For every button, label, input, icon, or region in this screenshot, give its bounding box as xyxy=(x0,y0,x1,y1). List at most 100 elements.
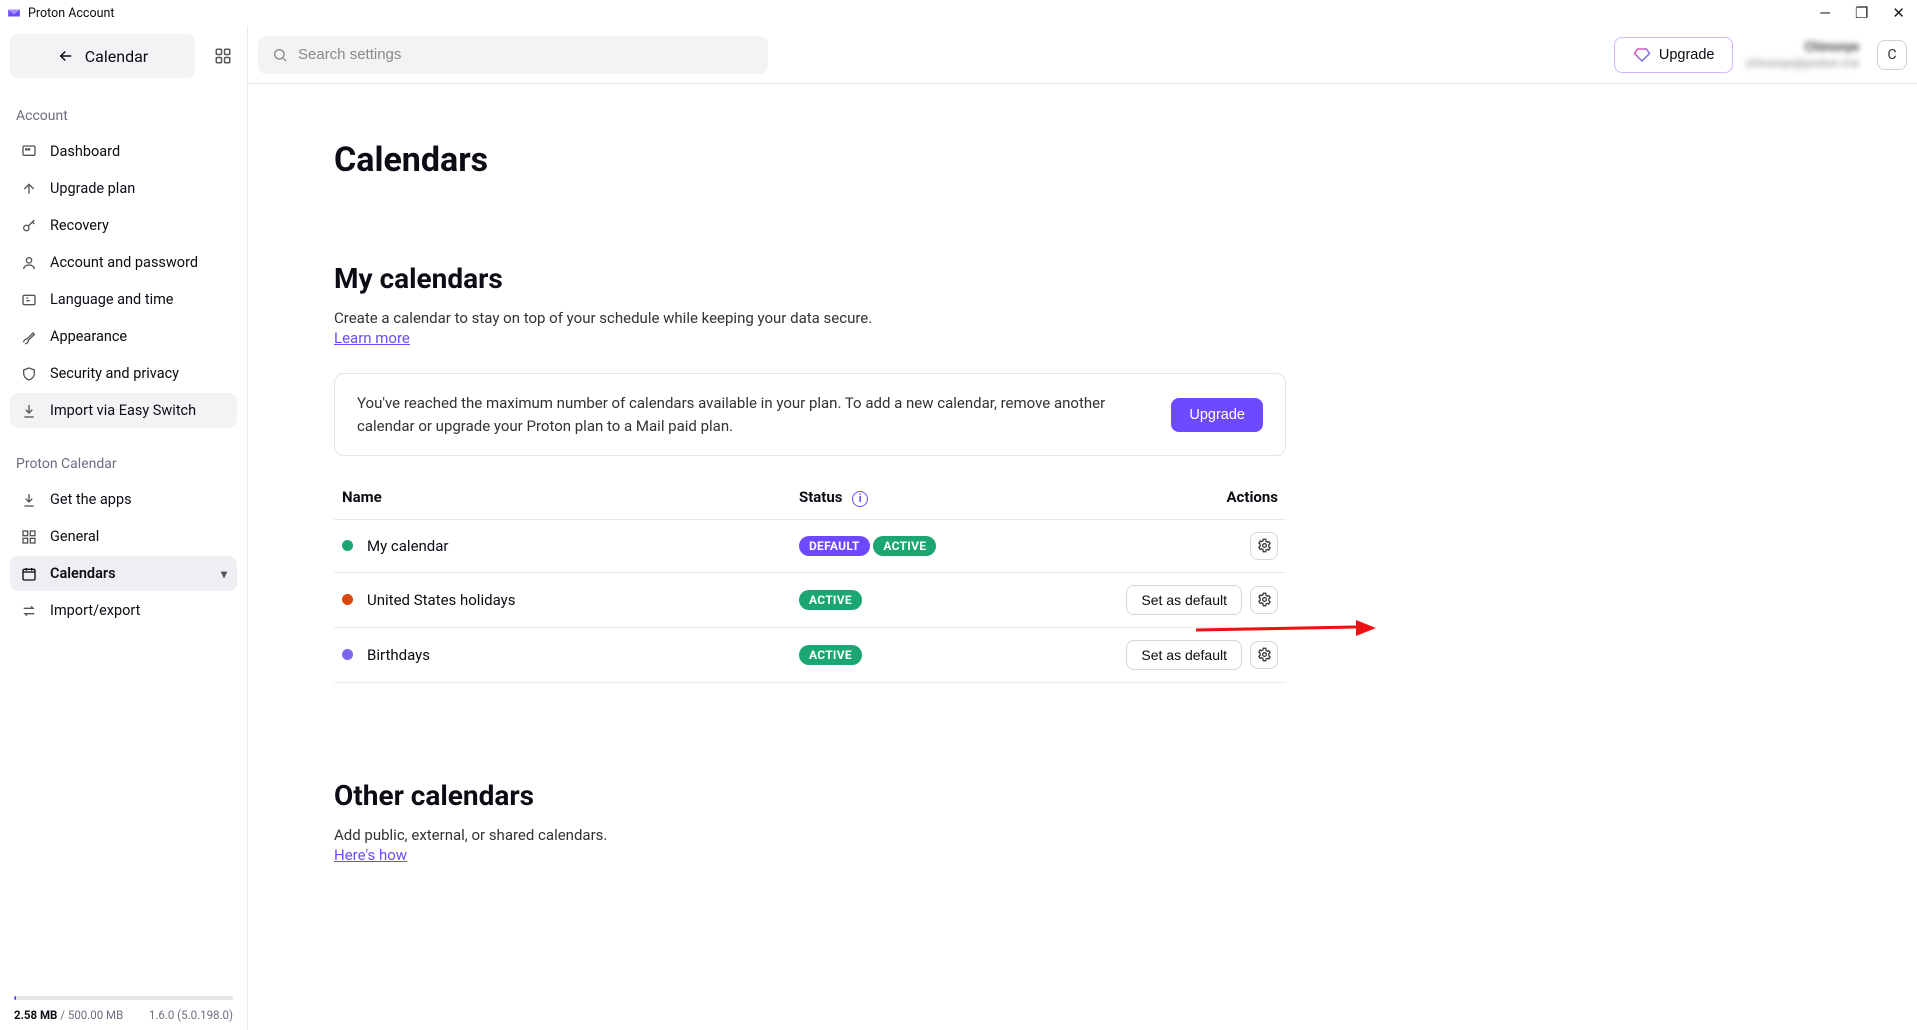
calendar-color-dot xyxy=(342,540,353,551)
apps-grid-button[interactable] xyxy=(209,42,237,70)
sidebar-item-import-easy-switch[interactable]: Import via Easy Switch xyxy=(10,393,237,428)
window-minimize-button[interactable]: — xyxy=(1819,6,1831,21)
my-calendars-section: My calendars Create a calendar to stay o… xyxy=(334,262,1286,683)
calendar-name: Birthdays xyxy=(367,646,430,664)
arrow-left-icon xyxy=(57,47,75,65)
diamond-icon xyxy=(1633,46,1651,64)
active-badge: ACTIVE xyxy=(799,645,862,665)
storage-bar xyxy=(14,996,233,1000)
sidebar-item-label: Import/export xyxy=(50,602,140,619)
app-version: 1.6.0 (5.0.198.0) xyxy=(149,1008,233,1022)
table-row: My calendar DEFAULT ACTIVE xyxy=(334,519,1286,572)
active-badge: ACTIVE xyxy=(873,536,936,556)
set-default-button[interactable]: Set as default xyxy=(1126,585,1242,615)
calendar-settings-button[interactable] xyxy=(1250,586,1278,614)
swap-icon xyxy=(20,603,38,619)
learn-more-link[interactable]: Learn more xyxy=(334,329,410,347)
calendar-icon xyxy=(20,566,38,582)
other-calendars-desc: Add public, external, or shared calendar… xyxy=(334,826,1286,844)
other-calendars-heading: Other calendars xyxy=(334,779,1286,812)
user-name: Chinonye xyxy=(1805,40,1859,55)
calendar-actions-cell: Set as default xyxy=(1077,572,1286,627)
sidebar-item-label: Dashboard xyxy=(50,143,120,160)
sidebar-item-general[interactable]: General xyxy=(10,519,237,554)
gear-icon xyxy=(1257,592,1272,607)
sidebar-section-calendar: Proton Calendar xyxy=(10,450,237,482)
sidebar-footer: 2.58 MB / 500.00 MB 1.6.0 (5.0.198.0) xyxy=(10,990,237,1030)
sidebar-item-account-password[interactable]: Account and password xyxy=(10,245,237,280)
info-icon[interactable]: i xyxy=(852,491,868,507)
calendar-status-cell: ACTIVE xyxy=(791,572,1077,627)
calendar-settings-button[interactable] xyxy=(1250,641,1278,669)
content-scroll[interactable]: Calendars My calendars Create a calendar… xyxy=(248,84,1917,1030)
sidebar-item-appearance[interactable]: Appearance xyxy=(10,319,237,354)
download-icon xyxy=(20,492,38,508)
key-icon xyxy=(20,218,38,234)
sidebar-item-get-apps[interactable]: Get the apps xyxy=(10,482,237,517)
gear-icon xyxy=(1257,647,1272,662)
sidebar-section-account: Account xyxy=(10,102,237,134)
sidebar-item-label: Account and password xyxy=(50,254,198,271)
sidebar-item-label: Calendars xyxy=(50,565,116,582)
table-row: Birthdays ACTIVE Set as default xyxy=(334,627,1286,682)
calendar-color-dot xyxy=(342,594,353,605)
dashboard-icon xyxy=(20,144,38,160)
sidebar-item-language-time[interactable]: Language and time xyxy=(10,282,237,317)
proton-logo-icon xyxy=(6,5,22,21)
grid-icon xyxy=(20,529,38,545)
plan-limit-notice: You've reached the maximum number of cal… xyxy=(334,373,1286,456)
set-default-button[interactable]: Set as default xyxy=(1126,640,1242,670)
calendar-actions-cell: Set as default xyxy=(1077,627,1286,682)
table-row: United States holidaysACTIVE Set as defau… xyxy=(334,572,1286,627)
sidebar-item-label: Appearance xyxy=(50,328,127,345)
upgrade-button[interactable]: Upgrade xyxy=(1614,37,1734,73)
sidebar-item-upgrade-plan[interactable]: Upgrade plan xyxy=(10,171,237,206)
calendar-name-cell: United States holidays xyxy=(334,572,791,627)
calendar-name-cell: Birthdays xyxy=(334,627,791,682)
storage-text: 2.58 MB / 500.00 MB xyxy=(14,1008,123,1022)
back-label: Calendar xyxy=(85,47,148,66)
my-calendars-heading: My calendars xyxy=(334,262,1286,295)
user-email: chinonye@proton.me xyxy=(1745,56,1859,70)
notice-text: You've reached the maximum number of cal… xyxy=(357,392,1145,437)
import-icon xyxy=(20,403,38,419)
col-status: Status i xyxy=(791,476,1077,519)
page-title: Calendars xyxy=(334,140,1286,180)
gear-icon xyxy=(1257,538,1272,553)
default-badge: DEFAULT xyxy=(799,536,870,556)
user-icon xyxy=(20,255,38,271)
search-input[interactable] xyxy=(298,46,754,63)
sidebar-item-label: General xyxy=(50,528,99,545)
search-settings[interactable] xyxy=(258,36,768,74)
avatar[interactable]: C xyxy=(1877,40,1907,70)
sidebar: Calendar Account Dashboard Upgrade plan … xyxy=(0,26,248,1030)
upgrade-icon xyxy=(20,181,38,197)
sidebar-item-dashboard[interactable]: Dashboard xyxy=(10,134,237,169)
back-to-calendar-button[interactable]: Calendar xyxy=(10,34,195,78)
sidebar-item-security-privacy[interactable]: Security and privacy xyxy=(10,356,237,391)
notice-upgrade-button[interactable]: Upgrade xyxy=(1171,398,1263,432)
upgrade-label: Upgrade xyxy=(1659,47,1715,63)
window-titlebar: Proton Account — ❐ ✕ xyxy=(0,0,1917,26)
topbar: Upgrade Chinonye chinonye@proton.me C xyxy=(248,26,1917,84)
sidebar-item-label: Recovery xyxy=(50,217,109,234)
calendar-settings-button[interactable] xyxy=(1250,532,1278,560)
sidebar-item-recovery[interactable]: Recovery xyxy=(10,208,237,243)
calendar-actions-cell xyxy=(1077,519,1286,572)
heres-how-link[interactable]: Here's how xyxy=(334,846,407,864)
sidebar-item-import-export[interactable]: Import/export xyxy=(10,593,237,628)
user-menu[interactable]: Chinonye chinonye@proton.me xyxy=(1745,40,1859,70)
calendar-name: My calendar xyxy=(367,537,449,555)
other-calendars-section: Other calendars Add public, external, or… xyxy=(334,779,1286,864)
sidebar-item-label: Get the apps xyxy=(50,491,132,508)
sidebar-item-calendars[interactable]: Calendars ▾ xyxy=(10,556,237,591)
main-area: Upgrade Chinonye chinonye@proton.me C Ca… xyxy=(248,26,1917,1030)
calendars-table: Name Status i Actions My calendarDEFAULT… xyxy=(334,476,1286,683)
window-title: Proton Account xyxy=(28,6,114,21)
search-icon xyxy=(272,47,288,63)
window-maximize-button[interactable]: ❐ xyxy=(1855,6,1868,21)
window-close-button[interactable]: ✕ xyxy=(1892,6,1905,21)
calendar-status-cell: DEFAULT ACTIVE xyxy=(791,519,1077,572)
language-icon xyxy=(20,292,38,308)
sidebar-item-label: Language and time xyxy=(50,291,174,308)
